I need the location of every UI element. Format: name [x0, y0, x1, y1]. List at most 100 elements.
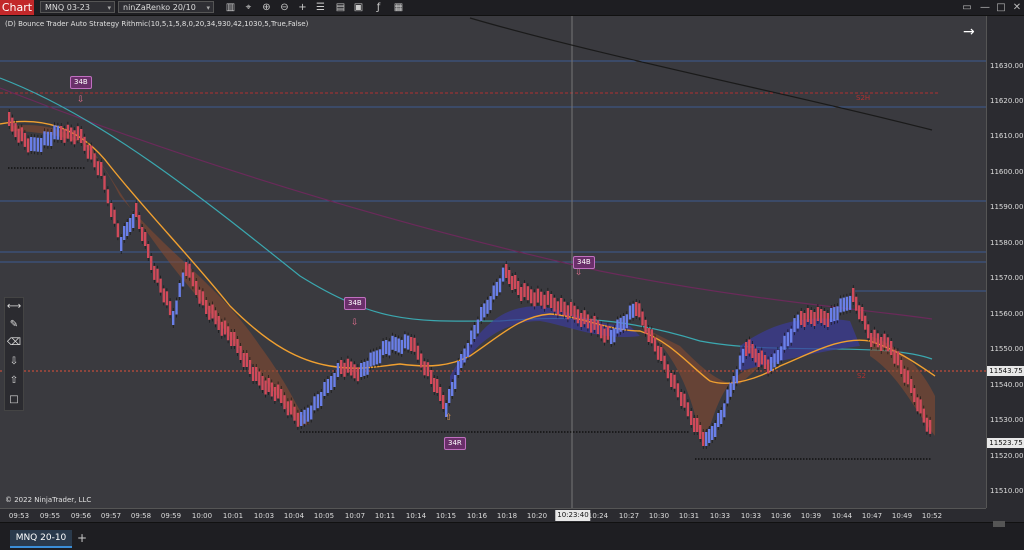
strategy-icon[interactable]: ▤ — [334, 1, 347, 14]
datasource-icon[interactable]: ▦ — [392, 1, 405, 14]
bear-bar — [96, 161, 100, 176]
chart-panel[interactable]: S2H S2 ⇩ ⇩ ⇩ ⇧ 34B 34B 34B 34R — [0, 16, 986, 508]
time-tick: 10:05 — [313, 512, 335, 520]
bear-bar — [90, 145, 93, 160]
bear-bar — [560, 298, 563, 312]
bull-bar — [310, 405, 313, 420]
pin-icon[interactable]: ▭ — [960, 1, 974, 14]
bull-bar — [406, 335, 410, 350]
bear-bar — [886, 337, 890, 352]
bear-bar — [26, 138, 30, 153]
bear-bar — [283, 395, 286, 410]
scrollbar-thumb[interactable] — [993, 521, 1005, 527]
plus-icon[interactable]: + — [296, 1, 309, 14]
template-icon[interactable]: ▣ — [352, 1, 365, 14]
bear-bar — [353, 364, 356, 379]
bear-bar — [896, 351, 900, 366]
zoom-out-icon[interactable]: ⊖ — [278, 1, 291, 14]
bear-bar — [800, 311, 803, 325]
time-axis[interactable]: 10:23:40 09:53 09:55 09:56 09:57 09:58 09:59 1… — [0, 508, 986, 523]
close-icon[interactable]: ✕ — [1010, 1, 1024, 14]
bear-bar — [168, 301, 172, 316]
scroll-right-icon[interactable]: → — [963, 24, 975, 40]
chart-tab-mnq[interactable]: MNQ 20-10 — [10, 530, 72, 548]
bar-type-selector[interactable]: ninZaRenko 20/10 ▾ — [118, 1, 214, 13]
bull-bar — [720, 410, 723, 424]
bull-bar — [848, 295, 852, 310]
level-lines — [0, 16, 986, 508]
bear-bar — [106, 189, 110, 204]
bear-bar — [573, 305, 576, 320]
bull-bar — [391, 335, 394, 350]
bull-bar — [776, 349, 780, 364]
bear-bar — [647, 328, 650, 342]
bear-bar — [100, 162, 103, 176]
bear-bar — [864, 315, 867, 330]
bear-bar — [757, 353, 760, 367]
bear-bar — [113, 209, 116, 224]
level-label-s2h: S2H — [856, 94, 870, 102]
bear-bar — [23, 132, 27, 147]
time-tick: 09:53 — [8, 512, 30, 520]
signal-tag[interactable]: 34R — [444, 437, 466, 450]
arrow-up-tool-icon[interactable]: ⇧ — [5, 372, 23, 390]
bear-bar — [343, 362, 346, 377]
signal-tag[interactable]: 34B — [573, 256, 595, 269]
bear-bar — [273, 387, 277, 401]
bear-bar — [517, 281, 520, 295]
bear-bar — [810, 310, 813, 324]
price-axis[interactable]: 11630.00 11620.00 11610.00 11600.00 1159… — [986, 16, 1024, 508]
properties-icon[interactable]: ☰ — [314, 1, 327, 14]
time-tick: 10:20 — [526, 512, 548, 520]
chart-tab[interactable]: Chart — [0, 0, 34, 15]
signal-tag[interactable]: 34B — [344, 297, 366, 310]
bear-bar — [641, 311, 644, 326]
bear-bar — [188, 263, 191, 278]
bear-bar — [86, 144, 90, 159]
bear-bar — [751, 344, 754, 358]
zoom-in-icon[interactable]: ⊕ — [260, 1, 273, 14]
bear-bar — [286, 401, 290, 416]
bear-bar — [276, 384, 280, 399]
time-tick: 10:03 — [253, 512, 275, 520]
price-tick: 11590.00 — [990, 203, 1024, 211]
bear-bar — [900, 360, 903, 374]
bull-bar — [33, 137, 36, 152]
time-tick: 10:49 — [891, 512, 913, 520]
instrument-selector[interactable]: MNQ 03-23 ▾ — [40, 1, 115, 13]
bear-bar — [910, 379, 913, 393]
bear-bar — [596, 320, 600, 335]
bars-icon[interactable]: ▥ — [224, 1, 237, 14]
bull-bar — [43, 131, 46, 146]
bear-bar — [550, 294, 553, 308]
minimize-icon[interactable]: — — [978, 1, 992, 14]
time-tick: 09:59 — [160, 512, 182, 520]
eraser-icon[interactable]: ⌫ — [5, 334, 23, 352]
price-chart: S2H S2 ⇩ ⇩ ⇩ ⇧ — [0, 16, 986, 508]
bear-bar — [570, 302, 573, 316]
bear-bar — [205, 300, 208, 314]
maximize-icon[interactable]: □ — [994, 1, 1008, 14]
signal-tag[interactable]: 34B — [70, 76, 92, 89]
indicator-icon[interactable]: ƒ — [372, 1, 385, 14]
add-tab-button[interactable]: + — [75, 530, 89, 546]
arrow-down-tool-icon[interactable]: ⇩ — [5, 353, 23, 371]
bull-bar — [300, 412, 303, 426]
pencil-icon[interactable]: ✎ — [5, 316, 23, 334]
bear-bar — [60, 126, 63, 140]
bull-bar — [714, 423, 717, 437]
bull-bar — [397, 338, 400, 353]
bear-bar — [635, 302, 638, 316]
bear-bar — [870, 333, 873, 347]
square-tool-icon[interactable]: □ — [5, 391, 23, 409]
line-tool-icon[interactable]: ⟷ — [5, 298, 23, 316]
bear-bar — [8, 112, 11, 126]
crosshair-icon[interactable]: ⌖ — [242, 1, 255, 14]
bear-bar — [248, 360, 252, 374]
bear-bar — [638, 303, 641, 318]
bear-bar — [242, 353, 245, 367]
time-tick: 10:52 — [921, 512, 943, 520]
bear-bar — [576, 309, 580, 324]
bull-bar — [770, 357, 773, 371]
bear-bar — [580, 313, 583, 327]
